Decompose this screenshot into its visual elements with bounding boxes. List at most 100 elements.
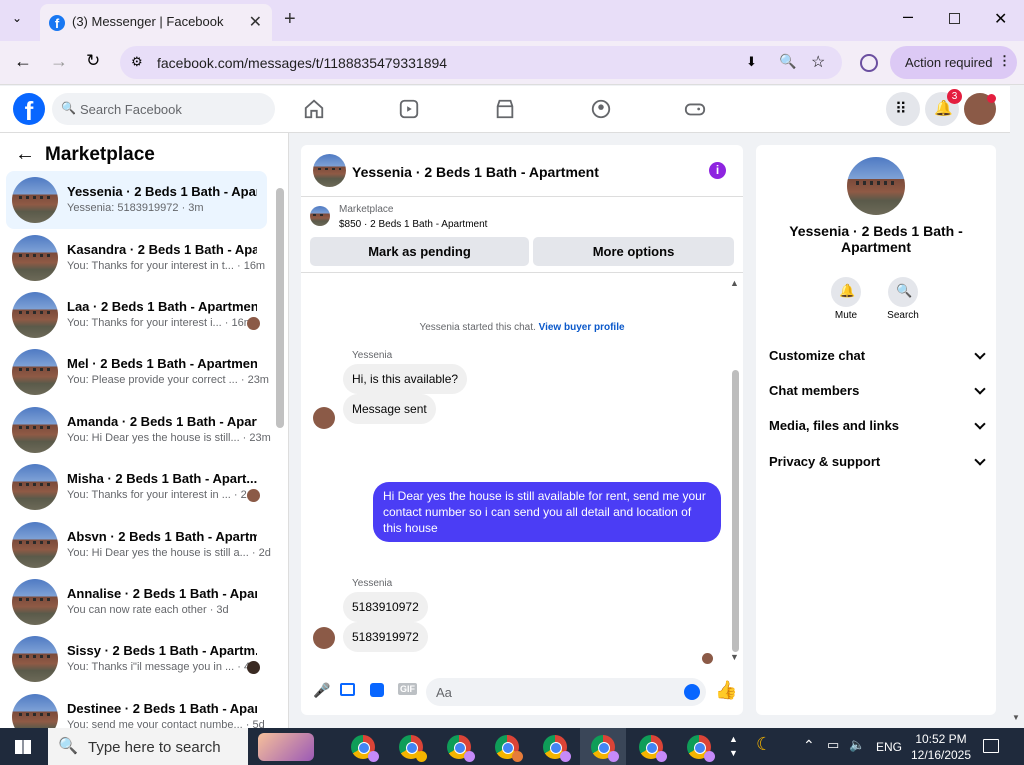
listing-price-title[interactable]: $850 · 2 Beds 1 Bath - Apartment — [339, 219, 487, 230]
mark-as-pending-button[interactable]: Mark as pending — [310, 237, 529, 266]
search-in-chat-button[interactable]: 🔍 — [888, 277, 918, 307]
action-required-button[interactable]: Action required ⋮ — [890, 46, 1017, 79]
conversation-list-scrollbar[interactable] — [276, 188, 284, 428]
conversation-preview: You: Thanks i"il message you in ... · 4d — [67, 661, 257, 673]
close-tab-icon[interactable]: ✕ — [249, 12, 262, 32]
search-placeholder: Search Facebook — [80, 102, 182, 117]
menu-grid-button[interactable]: ⠿ — [886, 92, 920, 126]
chevron-down-icon — [974, 383, 986, 395]
zoom-icon[interactable]: 🔍 — [779, 53, 796, 70]
site-info-icon[interactable]: ⚙ — [131, 54, 143, 70]
chrome-icon[interactable] — [543, 735, 571, 762]
notifications-button[interactable]: 🔔 3 — [925, 89, 962, 126]
new-tab-icon[interactable]: + — [284, 8, 296, 31]
taskbar-clock[interactable]: 10:52 PM 12/16/2025 — [910, 731, 972, 763]
video-icon[interactable] — [398, 98, 420, 120]
info-icon[interactable]: i — [709, 162, 726, 179]
windows-taskbar: 🔍 Type here to search ▲ ▼ ☾ ⌃ ▭ 🔈 ENG 10:… — [0, 728, 1024, 765]
conversation-item[interactable]: Absvn · 2 Beds 1 Bath - Apartm... You: H… — [6, 516, 271, 574]
facebook-logo-icon[interactable]: f — [13, 93, 45, 126]
outgoing-message[interactable]: Hi Dear yes the house is still available… — [373, 482, 721, 542]
chat-members-section[interactable]: Chat members — [769, 383, 986, 398]
tab-search-chevron-icon[interactable]: ⌄ — [12, 11, 22, 25]
forward-icon[interactable]: → — [50, 51, 68, 72]
customize-chat-section[interactable]: Customize chat — [769, 348, 986, 363]
account-avatar[interactable] — [964, 93, 996, 125]
conversation-item[interactable]: Kasandra · 2 Beds 1 Bath - Apart... You:… — [6, 229, 267, 287]
emoji-icon[interactable] — [684, 684, 700, 700]
chrome-icon[interactable] — [687, 735, 715, 762]
gaming-icon[interactable] — [684, 98, 706, 120]
incoming-message[interactable]: Hi, is this available? — [343, 364, 468, 394]
taskbar-scroll-icon[interactable]: ▲ ▼ — [729, 732, 738, 760]
listing-thumbnail[interactable] — [310, 206, 330, 226]
browser-tab[interactable]: f (3) Messenger | Facebook ✕ — [40, 4, 272, 41]
incoming-message[interactable]: 5183919972 — [343, 622, 428, 652]
notification-center-icon[interactable] — [983, 739, 999, 753]
incoming-message[interactable]: Message sent — [343, 394, 436, 424]
profile-icon[interactable] — [860, 54, 878, 72]
sender-avatar[interactable] — [313, 627, 335, 649]
photo-icon[interactable] — [340, 683, 355, 696]
conversation-item[interactable]: Mel · 2 Beds 1 Bath - Apartment You: Ple… — [6, 343, 269, 401]
search-highlight-icon[interactable] — [258, 733, 314, 761]
chrome-icon[interactable] — [495, 735, 523, 762]
chrome-icon[interactable] — [591, 735, 619, 762]
home-icon[interactable] — [303, 98, 325, 120]
chrome-icon[interactable] — [399, 735, 427, 762]
scroll-down-arrow-icon[interactable]: ▼ — [730, 652, 739, 662]
taskbar-search-input[interactable]: 🔍 Type here to search — [48, 728, 248, 765]
chrome-icon[interactable] — [447, 735, 475, 762]
bookmark-star-icon[interactable]: ☆ — [811, 52, 825, 72]
started-text: Yessenia started this chat. — [419, 322, 536, 333]
microphone-icon[interactable]: 🎤 — [313, 682, 330, 699]
night-mode-icon[interactable]: ☾ — [756, 734, 772, 755]
listing-profile-avatar[interactable] — [847, 157, 905, 215]
chat-title[interactable]: Yessenia · 2 Beds 1 Bath - Apartment — [352, 164, 599, 180]
conversation-item[interactable]: Annalise · 2 Beds 1 Bath - Apart... You … — [6, 573, 267, 631]
windows-start-icon[interactable] — [15, 740, 31, 754]
volume-icon[interactable]: 🔈 — [849, 737, 865, 753]
conversation-item[interactable]: Yessenia · 2 Beds 1 Bath - Apart... Yess… — [6, 171, 267, 229]
language-indicator[interactable]: ENG — [876, 740, 902, 754]
conversation-item[interactable]: Sissy · 2 Beds 1 Bath - Apartm... You: T… — [6, 630, 267, 688]
mute-button[interactable]: 🔔 — [831, 277, 861, 307]
maximize-icon[interactable] — [949, 13, 960, 24]
view-buyer-profile-link[interactable]: View buyer profile — [539, 322, 625, 333]
minimize-icon[interactable]: – — [903, 6, 913, 27]
conversation-item[interactable]: Amanda · 2 Beds 1 Bath - Apart... You: H… — [6, 401, 271, 459]
chat-scrollbar[interactable] — [732, 370, 739, 652]
marketplace-icon[interactable] — [494, 98, 516, 120]
incoming-message[interactable]: 5183910972 — [343, 592, 428, 622]
network-icon[interactable]: ▭ — [827, 737, 839, 753]
sticker-icon[interactable] — [370, 683, 384, 697]
address-bar[interactable]: ⚙ facebook.com/messages/t/11888354793318… — [120, 46, 842, 79]
conversation-item[interactable]: Misha · 2 Beds 1 Bath - Apart... You: Th… — [6, 458, 267, 516]
facebook-search-input[interactable]: 🔍 Search Facebook — [52, 93, 275, 125]
chrome-icon[interactable] — [639, 735, 667, 762]
page-scroll-down-icon[interactable]: ▼ — [1012, 713, 1020, 722]
close-window-icon[interactable]: ✕ — [994, 9, 1007, 29]
reload-icon[interactable]: ↻ — [86, 51, 100, 71]
chrome-icon[interactable] — [351, 735, 379, 762]
chat-avatar[interactable] — [313, 154, 346, 187]
sender-avatar[interactable] — [313, 407, 335, 429]
thumbs-up-icon[interactable]: 👍 — [715, 680, 737, 701]
conversation-preview: You: Hi Dear yes the house is still a...… — [67, 547, 271, 559]
media-files-links-section[interactable]: Media, files and links — [769, 418, 986, 433]
more-options-button[interactable]: More options — [533, 237, 734, 266]
search-icon: 🔍 — [58, 738, 78, 755]
message-input[interactable]: Aa — [426, 678, 706, 706]
conversation-item[interactable]: Laa · 2 Beds 1 Bath - Apartment You: Tha… — [6, 286, 267, 344]
back-icon[interactable]: ← — [14, 51, 32, 72]
conversation-item[interactable]: Destinee · 2 Beds 1 Bath - Apart... You:… — [6, 688, 267, 728]
listing-avatar — [12, 579, 58, 625]
more-menu-icon[interactable]: ⋮ — [998, 53, 1011, 69]
privacy-support-section[interactable]: Privacy & support — [769, 454, 986, 469]
show-hidden-icons-icon[interactable]: ⌃ — [803, 737, 815, 754]
scroll-up-arrow-icon[interactable]: ▲ — [730, 278, 739, 288]
groups-icon[interactable] — [590, 98, 612, 120]
back-arrow-icon[interactable]: ← — [15, 143, 35, 166]
install-app-icon[interactable]: ⬇ — [746, 54, 757, 70]
gif-icon[interactable]: GIF — [398, 683, 417, 695]
